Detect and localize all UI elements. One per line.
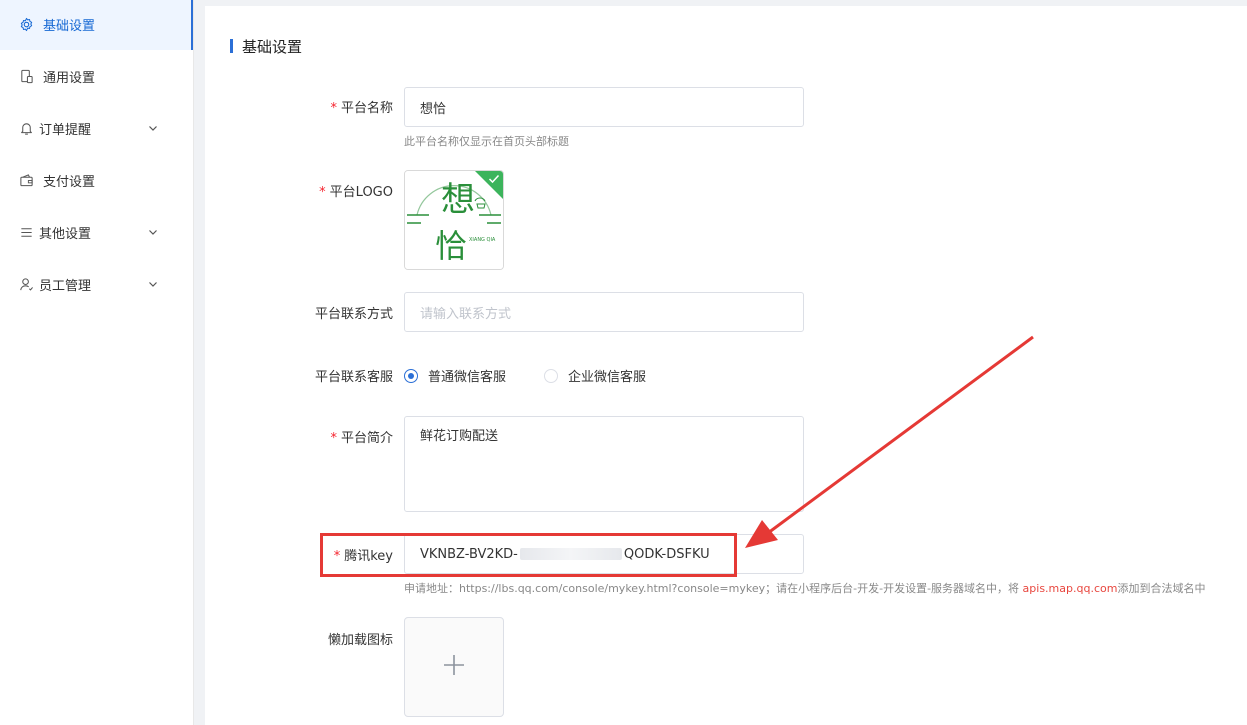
contact-label: 平台联系方式 xyxy=(314,307,393,322)
required-mark: * xyxy=(319,185,326,200)
sidebar-item-label: 基础设置 xyxy=(43,18,96,34)
logo-char-top: 想 xyxy=(441,180,475,220)
sidebar-item-staff-management[interactable]: 员工管理 xyxy=(0,258,193,310)
radio-enterprise-wechat[interactable]: 企业微信客服 xyxy=(544,366,646,385)
intro-label: * 平台简介 xyxy=(330,431,393,446)
sidebar-item-label: 员工管理 xyxy=(39,278,92,294)
required-mark: * xyxy=(330,101,337,116)
platform-logo-label: * 平台LOGO xyxy=(319,185,393,200)
sidebar-item-label: 订单提醒 xyxy=(39,122,92,138)
radio-dot xyxy=(404,368,418,383)
check-icon xyxy=(488,173,500,188)
platform-logo-upload[interactable]: 想 恰 XIANG QIA xyxy=(404,170,504,270)
device-icon xyxy=(18,68,34,84)
logo-subtext: XIANG QIA xyxy=(469,237,496,243)
required-mark: * xyxy=(330,431,337,446)
section-title-bar xyxy=(230,39,233,53)
tencent-key-hint: 申请地址：https://lbs.qq.com/console/mykey.ht… xyxy=(404,582,1206,595)
logo-char-bottom: 恰 xyxy=(435,227,467,265)
contact-placeholder: 请输入联系方式 xyxy=(420,306,512,322)
apis-domain-link[interactable]: apis.map.qq.com xyxy=(1023,582,1118,595)
chevron-down-icon xyxy=(146,121,160,135)
platform-name-hint: 此平台名称仅显示在首页头部标题 xyxy=(404,135,569,148)
sidebar-item-label: 支付设置 xyxy=(43,174,96,190)
platform-name-input[interactable]: 想恰 xyxy=(404,87,804,127)
customer-service-label: 平台联系客服 xyxy=(314,370,393,385)
chevron-down-icon xyxy=(146,225,160,239)
user-icon xyxy=(18,276,34,292)
radio-dot xyxy=(544,368,558,383)
bell-icon xyxy=(18,120,34,136)
sidebar-item-order-reminder[interactable]: 订单提醒 xyxy=(0,102,193,154)
sidebar: 基础设置 通用设置 订单提醒 支付设置 其他设置 员工管理 xyxy=(0,0,194,725)
redacted-segment xyxy=(519,548,622,560)
intro-textarea[interactable]: 鲜花订购配送 xyxy=(404,416,804,512)
wallet-icon xyxy=(18,172,34,188)
section-title-text: 基础设置 xyxy=(242,37,303,56)
sidebar-item-label: 其他设置 xyxy=(39,226,92,242)
radio-normal-wechat[interactable]: 普通微信客服 xyxy=(404,366,506,385)
lazy-icon-upload[interactable] xyxy=(404,617,504,717)
chevron-down-icon xyxy=(146,277,160,291)
platform-name-label: * 平台名称 xyxy=(330,101,393,116)
list-icon xyxy=(18,224,34,240)
gear-icon xyxy=(18,16,34,32)
sidebar-item-basic-settings[interactable]: 基础设置 xyxy=(0,0,193,50)
plus-icon xyxy=(442,653,466,681)
sidebar-item-general-settings[interactable]: 通用设置 xyxy=(0,50,193,102)
sidebar-item-label: 通用设置 xyxy=(43,70,96,86)
tencent-key-label: * 腾讯key xyxy=(333,549,393,564)
tencent-key-input[interactable]: VKNBZ-BV2KD- QODK-DSFKU xyxy=(404,534,804,574)
section-title: 基础设置 xyxy=(230,36,302,56)
contact-input[interactable]: 请输入联系方式 xyxy=(404,292,804,332)
required-mark: * xyxy=(333,549,341,564)
sidebar-item-payment-settings[interactable]: 支付设置 xyxy=(0,154,193,206)
sidebar-item-other-settings[interactable]: 其他设置 xyxy=(0,206,193,258)
settings-card: 基础设置 * 平台名称 想恰 此平台名称仅显示在首页头部标题 * 平台LOGO 想 … xyxy=(205,6,1247,725)
lazy-icon-label: 懒加载图标 xyxy=(327,633,393,648)
